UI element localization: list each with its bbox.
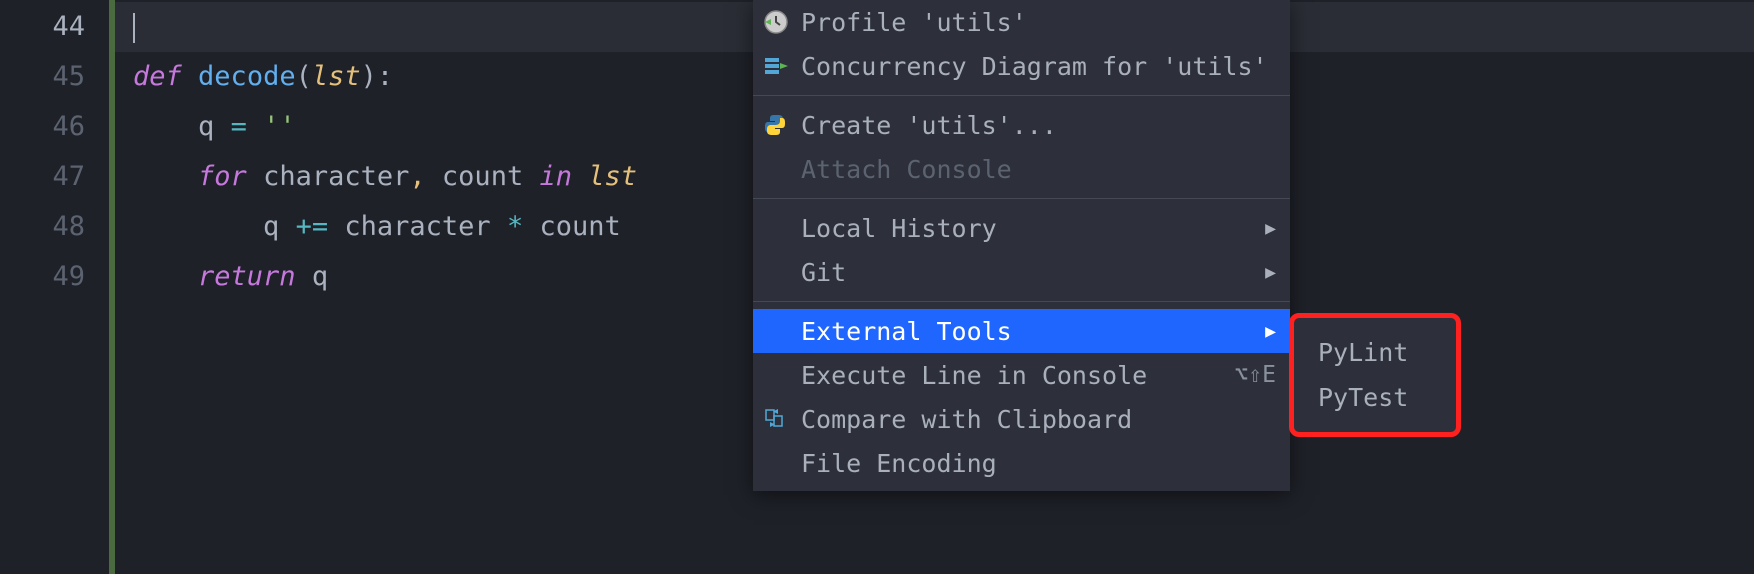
identifier: count [442, 161, 523, 192]
identifier: q [198, 111, 214, 142]
keyword-return: return [198, 261, 296, 292]
identifier: count [539, 211, 620, 242]
menu-label: Git [801, 258, 1265, 287]
chevron-right-icon: ▶ [1265, 262, 1276, 283]
function-name: decode [198, 61, 296, 92]
iterable: lst [588, 161, 637, 192]
identifier: character [263, 161, 409, 192]
menu-separator [753, 198, 1290, 199]
context-menu: Profile 'utils' Concurrency Diagram for … [753, 0, 1290, 491]
menu-label: Profile 'utils' [801, 8, 1276, 37]
identifier: q [263, 211, 279, 242]
menu-item-compare-clipboard[interactable]: Compare with Clipboard [753, 397, 1290, 441]
keyword-for: for [198, 161, 247, 192]
caret-icon [133, 13, 135, 43]
parameter: lst [312, 61, 361, 92]
clock-icon [763, 9, 795, 35]
menu-separator [753, 301, 1290, 302]
chevron-right-icon: ▶ [1265, 218, 1276, 239]
line-number: 44 [0, 2, 109, 52]
submenu-item-pylint[interactable]: PyLint [1300, 330, 1450, 375]
line-number: 48 [0, 202, 109, 252]
identifier: q [312, 261, 328, 292]
menu-item-create[interactable]: Create 'utils'... [753, 103, 1290, 147]
paren-open: ( [296, 61, 312, 92]
menu-label: External Tools [801, 317, 1265, 346]
submenu-item-pytest[interactable]: PyTest [1300, 375, 1450, 420]
chevron-right-icon: ▶ [1265, 321, 1276, 342]
menu-item-concurrency[interactable]: Concurrency Diagram for 'utils' [753, 44, 1290, 88]
menu-label: Attach Console [801, 155, 1276, 184]
comma: , [409, 161, 425, 192]
menu-separator [753, 95, 1290, 96]
colon: : [377, 61, 393, 92]
operator-pluseq: += [296, 211, 329, 242]
diagram-icon [763, 53, 795, 79]
line-number: 46 [0, 102, 109, 152]
gutter: 44 45 46 47 48 49 [0, 0, 115, 574]
external-tools-submenu: PyLint PyTest [1289, 313, 1461, 437]
line-number: 47 [0, 152, 109, 202]
menu-item-local-history[interactable]: Local History ▶ [753, 206, 1290, 250]
menu-item-attach: Attach Console [753, 147, 1290, 191]
python-icon [763, 113, 795, 137]
string-literal: '' [263, 111, 296, 142]
operator-assign: = [231, 111, 247, 142]
keyword-in: in [539, 161, 572, 192]
keyword-def: def [133, 61, 182, 92]
menu-label: Concurrency Diagram for 'utils' [801, 52, 1276, 81]
menu-label: Execute Line in Console [801, 361, 1234, 390]
operator-star: * [507, 211, 523, 242]
menu-item-execute-line[interactable]: Execute Line in Console ⌥⇧E [753, 353, 1290, 397]
identifier: character [344, 211, 490, 242]
menu-item-profile[interactable]: Profile 'utils' [753, 0, 1290, 44]
menu-label: Local History [801, 214, 1265, 243]
menu-label: Compare with Clipboard [801, 405, 1276, 434]
line-number: 49 [0, 252, 109, 302]
shortcut-label: ⌥⇧E [1234, 362, 1276, 388]
menu-label: File Encoding [801, 449, 1276, 478]
menu-item-external-tools[interactable]: External Tools ▶ [753, 309, 1290, 353]
compare-icon [763, 407, 795, 431]
line-number: 45 [0, 52, 109, 102]
menu-item-file-encoding[interactable]: File Encoding [753, 441, 1290, 485]
paren-close: ) [361, 61, 377, 92]
menu-item-git[interactable]: Git ▶ [753, 250, 1290, 294]
menu-label: Create 'utils'... [801, 111, 1276, 140]
